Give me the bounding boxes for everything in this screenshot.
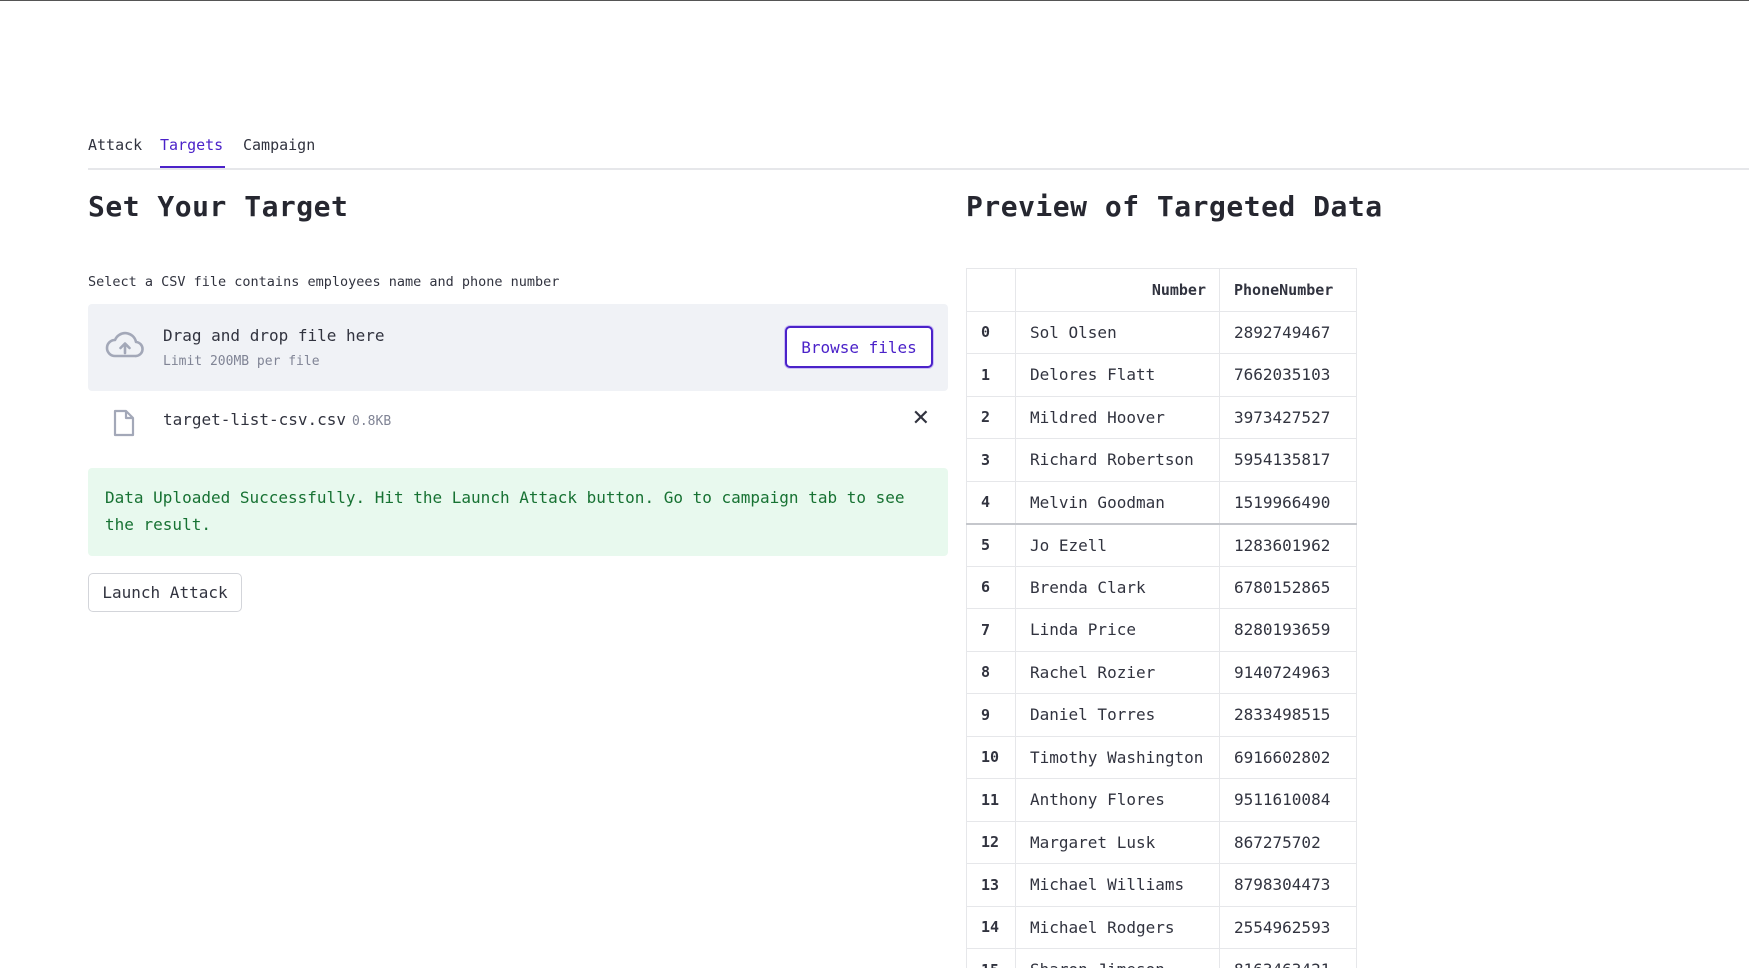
tab-bar: Attack Targets Campaign bbox=[88, 128, 1749, 170]
row-index: 0 bbox=[966, 310, 1016, 354]
row-index: 14 bbox=[966, 905, 1016, 949]
page-title: Set Your Target bbox=[88, 190, 349, 223]
row-index: 5 bbox=[966, 522, 1016, 567]
index-header bbox=[966, 268, 1016, 312]
row-index: 10 bbox=[966, 735, 1016, 779]
table-row: 5 Jo Ezell 1283601962 bbox=[966, 522, 1357, 567]
table-row: 14 Michael Rodgers 2554962593 bbox=[966, 905, 1357, 949]
phone-number-header: PhoneNumber bbox=[1219, 268, 1357, 312]
preview-table: Number PhoneNumber 0 Sol Olsen 2892749467 1… bbox=[966, 268, 1357, 968]
row-name: Melvin Goodman bbox=[1015, 480, 1220, 524]
table-row: 11 Anthony Flores 9511610084 bbox=[966, 778, 1357, 822]
target-panel: Set Your Target Select a CSV file contai… bbox=[88, 190, 948, 612]
row-index: 12 bbox=[966, 820, 1016, 864]
preview-panel: Preview of Targeted Data Number PhoneNum… bbox=[966, 190, 1726, 968]
uploaded-file: target-list-csv.csv 0.8KB ✕ bbox=[88, 392, 948, 448]
row-index: 4 bbox=[966, 480, 1016, 524]
row-phone: 8163463421 bbox=[1219, 948, 1357, 968]
row-phone: 1519966490 bbox=[1219, 480, 1357, 524]
row-phone: 8798304473 bbox=[1219, 863, 1357, 907]
row-phone: 6916602802 bbox=[1219, 735, 1357, 779]
row-index: 13 bbox=[966, 863, 1016, 907]
row-phone: 9140724963 bbox=[1219, 650, 1357, 694]
table-row: 12 Margaret Lusk 867275702 bbox=[966, 820, 1357, 864]
row-phone: 2554962593 bbox=[1219, 905, 1357, 949]
tab-campaign[interactable]: Campaign bbox=[243, 136, 315, 154]
browse-files-button[interactable]: Browse files bbox=[785, 326, 933, 368]
tab-targets[interactable]: Targets bbox=[160, 136, 223, 154]
preview-title: Preview of Targeted Data bbox=[966, 190, 1383, 223]
row-phone: 8280193659 bbox=[1219, 608, 1357, 652]
row-name: Daniel Torres bbox=[1015, 693, 1220, 737]
row-index: 1 bbox=[966, 353, 1016, 397]
row-phone: 3973427527 bbox=[1219, 395, 1357, 439]
row-index: 2 bbox=[966, 395, 1016, 439]
row-phone: 9511610084 bbox=[1219, 778, 1357, 822]
row-index: 8 bbox=[966, 650, 1016, 694]
row-name: Brenda Clark bbox=[1015, 565, 1220, 609]
row-index: 11 bbox=[966, 778, 1016, 822]
row-index: 15 bbox=[966, 948, 1016, 968]
row-name: Linda Price bbox=[1015, 608, 1220, 652]
row-phone: 6780152865 bbox=[1219, 565, 1357, 609]
row-phone: 7662035103 bbox=[1219, 353, 1357, 397]
row-name: Jo Ezell bbox=[1015, 522, 1220, 567]
row-name: Richard Robertson bbox=[1015, 438, 1220, 482]
row-name: Delores Flatt bbox=[1015, 353, 1220, 397]
remove-file-icon[interactable]: ✕ bbox=[912, 406, 930, 431]
row-name: Anthony Flores bbox=[1015, 778, 1220, 822]
table-row: 9 Daniel Torres 2833498515 bbox=[966, 693, 1357, 737]
launch-attack-button[interactable]: Launch Attack bbox=[88, 573, 242, 612]
file-size: 0.8KB bbox=[352, 414, 392, 429]
row-name: Sharon Jimeson bbox=[1015, 948, 1220, 968]
row-name: Michael Rodgers bbox=[1015, 905, 1220, 949]
dropzone-limit: Limit 200MB per file bbox=[163, 354, 320, 369]
table-row: 13 Michael Williams 8798304473 bbox=[966, 863, 1357, 907]
tab-attack[interactable]: Attack bbox=[88, 136, 142, 154]
top-border bbox=[0, 0, 1749, 1]
active-tab-indicator bbox=[160, 166, 225, 168]
success-alert: Data Uploaded Successfully. Hit the Laun… bbox=[88, 468, 948, 556]
table-row: 2 Mildred Hoover 3973427527 bbox=[966, 395, 1357, 439]
upload-label: Select a CSV file contains employees nam… bbox=[88, 274, 560, 290]
number-header: Number bbox=[1015, 268, 1220, 312]
table-row: 7 Linda Price 8280193659 bbox=[966, 608, 1357, 652]
table-header-row: Number PhoneNumber bbox=[966, 268, 1357, 312]
table-row: 6 Brenda Clark 6780152865 bbox=[966, 565, 1357, 609]
row-name: Sol Olsen bbox=[1015, 310, 1220, 354]
row-index: 9 bbox=[966, 693, 1016, 737]
table-row: 8 Rachel Rozier 9140724963 bbox=[966, 650, 1357, 694]
row-index: 7 bbox=[966, 608, 1016, 652]
cloud-upload-icon bbox=[105, 331, 144, 358]
row-name: Mildred Hoover bbox=[1015, 395, 1220, 439]
row-phone: 1283601962 bbox=[1219, 522, 1357, 567]
row-name: Timothy Washington bbox=[1015, 735, 1220, 779]
file-icon bbox=[113, 409, 135, 437]
row-phone: 867275702 bbox=[1219, 820, 1357, 864]
row-name: Rachel Rozier bbox=[1015, 650, 1220, 694]
file-dropzone[interactable]: Drag and drop file here Limit 200MB per … bbox=[88, 304, 948, 391]
row-name: Michael Williams bbox=[1015, 863, 1220, 907]
table-row: 15Sharon Jimeson8163463421 bbox=[966, 948, 1357, 968]
row-phone: 2833498515 bbox=[1219, 693, 1357, 737]
row-index: 3 bbox=[966, 438, 1016, 482]
dropzone-title: Drag and drop file here bbox=[163, 326, 385, 345]
row-name: Margaret Lusk bbox=[1015, 820, 1220, 864]
table-row: 4 Melvin Goodman 1519966490 bbox=[966, 480, 1357, 524]
table-row: 10 Timothy Washington 6916602802 bbox=[966, 735, 1357, 779]
row-index: 6 bbox=[966, 565, 1016, 609]
row-phone: 2892749467 bbox=[1219, 310, 1357, 354]
table-row: 3 Richard Robertson 5954135817 bbox=[966, 438, 1357, 482]
table-row: 1 Delores Flatt 7662035103 bbox=[966, 353, 1357, 397]
row-phone: 5954135817 bbox=[1219, 438, 1357, 482]
table-row: 0 Sol Olsen 2892749467 bbox=[966, 310, 1357, 354]
file-name: target-list-csv.csv bbox=[163, 410, 347, 429]
